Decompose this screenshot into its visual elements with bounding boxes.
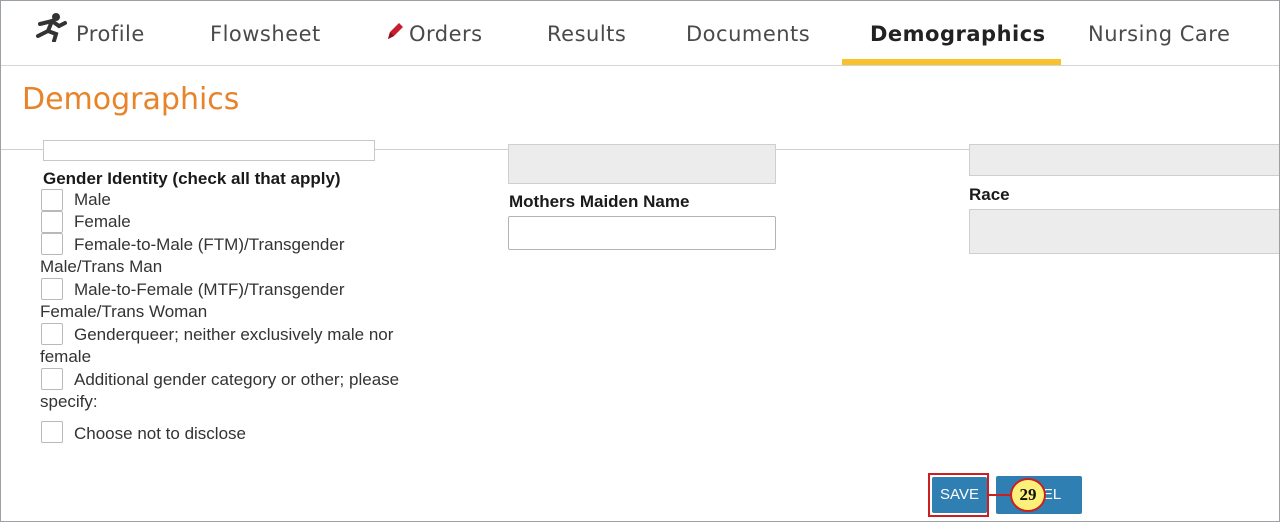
scrolled-input-middle[interactable] <box>508 144 776 184</box>
tab-nursing-care-label: Nursing Care <box>1088 22 1231 46</box>
pencil-icon <box>385 2 405 68</box>
checkbox-additional-category[interactable] <box>41 368 63 390</box>
gender-option-label: Genderqueer; neither exclusively male no… <box>74 325 394 344</box>
tab-demographics[interactable]: Demographics <box>870 1 1046 65</box>
checkbox-mtf[interactable] <box>41 278 63 300</box>
race-label: Race <box>969 185 1010 204</box>
app-window: Profile Flowsheet Orders Results Documen… <box>0 0 1280 522</box>
tab-orders-label: Orders <box>409 22 483 46</box>
active-tab-indicator <box>842 59 1061 65</box>
gender-option-label-cont: female <box>40 347 92 366</box>
tab-orders[interactable]: Orders <box>385 1 483 65</box>
gender-option-label-cont: specify: <box>40 392 98 411</box>
checkbox-male[interactable] <box>41 189 63 211</box>
gender-option-label-cont: Male/Trans Man <box>40 257 163 276</box>
gender-option-label: Female <box>74 212 131 231</box>
tab-results-label: Results <box>547 22 627 46</box>
callout-connector <box>989 494 1011 496</box>
gender-option-label: Choose not to disclose <box>74 424 246 443</box>
page-header: Demographics <box>1 66 1279 150</box>
gender-option-label: Male <box>74 190 111 209</box>
race-select[interactable] <box>969 209 1279 254</box>
tab-flowsheet[interactable]: Flowsheet <box>210 1 321 65</box>
step-callout: 29 <box>1010 478 1046 512</box>
tab-flowsheet-label: Flowsheet <box>210 22 321 46</box>
tab-profile-label: Profile <box>76 22 145 46</box>
gender-option-label: Male-to-Female (MTF)/Transgender <box>74 280 345 299</box>
form-content: Gender Identity (check all that apply) M… <box>1 140 1279 521</box>
tab-documents[interactable]: Documents <box>686 1 810 65</box>
scrolled-input-left[interactable] <box>43 140 375 161</box>
tab-demographics-label: Demographics <box>870 22 1046 46</box>
checkbox-female[interactable] <box>41 211 63 233</box>
gender-option-label-cont: Female/Trans Woman <box>40 302 208 321</box>
tab-profile[interactable]: Profile <box>32 1 145 65</box>
mothers-maiden-name-input[interactable] <box>508 216 776 250</box>
gender-option-label: Additional gender category or other; ple… <box>74 370 400 389</box>
save-highlight-box <box>928 473 989 517</box>
page-title: Demographics <box>22 82 240 117</box>
gender-option-label: Female-to-Male (FTM)/Transgender <box>74 235 345 254</box>
gender-identity-label: Gender Identity (check all that apply) <box>43 169 341 188</box>
checkbox-ftm[interactable] <box>41 233 63 255</box>
checkbox-choose-not-to-disclose[interactable] <box>41 421 63 443</box>
scrolled-input-right[interactable] <box>969 144 1279 176</box>
mothers-maiden-name-label: Mothers Maiden Name <box>509 192 690 211</box>
running-person-icon <box>32 2 70 68</box>
tab-documents-label: Documents <box>686 22 811 46</box>
tab-results[interactable]: Results <box>547 1 626 65</box>
tab-bar: Profile Flowsheet Orders Results Documen… <box>1 1 1279 66</box>
checkbox-genderqueer[interactable] <box>41 323 63 345</box>
tab-nursing-care[interactable]: Nursing Care <box>1088 1 1230 65</box>
